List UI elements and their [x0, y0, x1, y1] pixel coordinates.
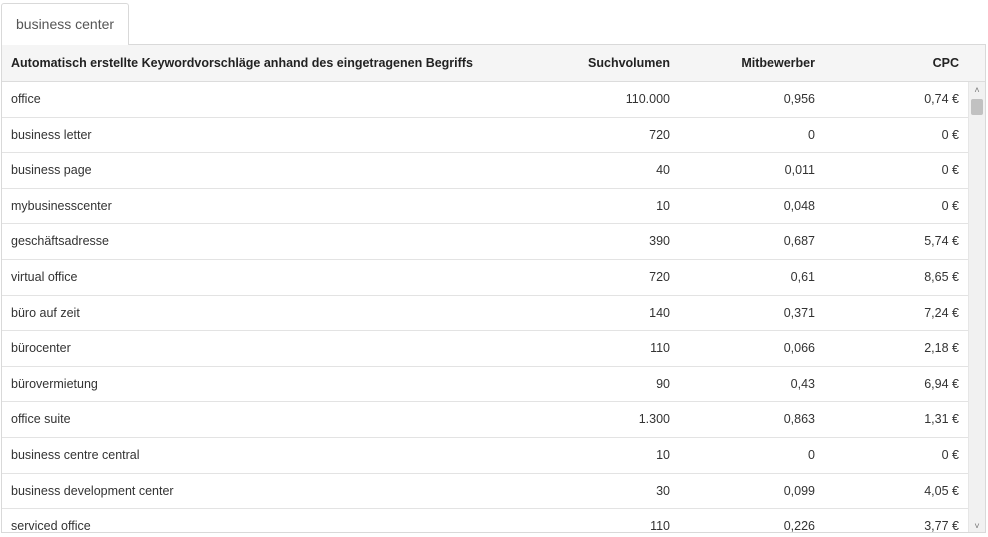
scroll-down-icon[interactable]: ˅: [969, 518, 985, 532]
cell-competitors: 0,956: [783, 92, 815, 106]
table-row[interactable]: bürovermietung 90 0,43 6,94 €: [2, 367, 968, 403]
cell-cpc: 5,74 €: [924, 234, 959, 249]
cell-volume: 110.000: [625, 92, 670, 106]
cell-keyword: geschäftsadresse: [11, 234, 109, 249]
table-row[interactable]: business development center 30 0,099 4,05 €: [2, 474, 968, 510]
cell-volume: 390: [649, 234, 670, 249]
cell-competitors: 0,687: [783, 234, 815, 249]
scroll-thumb[interactable]: [971, 99, 983, 115]
cell-keyword: virtual office: [11, 269, 78, 284]
cell-cpc: 0 €: [941, 447, 959, 462]
header-competitors[interactable]: Mitbewerber: [672, 45, 815, 81]
cell-competitors: 0,048: [783, 198, 815, 213]
keyword-table-panel: Automatisch erstellte Keywordvorschläge …: [1, 44, 986, 533]
table-row[interactable]: business letter 720 0 0 €: [2, 118, 968, 154]
cell-keyword: business development center: [11, 483, 174, 498]
cell-keyword: business letter: [11, 127, 92, 142]
cell-volume: 10: [656, 198, 670, 213]
cell-cpc: 8,65 €: [924, 269, 959, 284]
cell-volume: 110: [650, 519, 670, 533]
table-row[interactable]: büro auf zeit 140 0,371 7,24 €: [2, 296, 968, 332]
header-cpc[interactable]: CPC: [817, 45, 959, 81]
cell-cpc: 4,05 €: [924, 483, 959, 498]
cell-volume: 1.300: [638, 412, 670, 427]
table-row[interactable]: bürocenter 110 0,066 2,18 €: [2, 331, 968, 367]
header-keyword[interactable]: Automatisch erstellte Keywordvorschläge …: [11, 45, 531, 81]
cell-cpc: 0 €: [941, 163, 959, 178]
cell-keyword: serviced office: [11, 519, 91, 533]
cell-cpc: 0,74 €: [924, 92, 959, 106]
cell-cpc: 2,18 €: [924, 341, 959, 356]
table-row[interactable]: serviced office 110 0,226 3,77 €: [2, 509, 968, 533]
table-row[interactable]: business centre central 10 0 0 €: [2, 438, 968, 474]
cell-cpc: 6,94 €: [924, 376, 959, 391]
cell-competitors: 0,226: [783, 519, 815, 533]
cell-cpc: 1,31 €: [924, 412, 959, 427]
table-row[interactable]: mybusinesscenter 10 0,048 0 €: [2, 189, 968, 225]
table-row[interactable]: virtual office 720 0,61 8,65 €: [2, 260, 968, 296]
table-row[interactable]: geschäftsadresse 390 0,687 5,74 €: [2, 224, 968, 260]
table-body: office 110.000 0,956 0,74 € business letter 7…: [2, 82, 968, 533]
tab-business-center[interactable]: business center: [1, 3, 129, 45]
cell-competitors: 0,43: [790, 376, 815, 391]
cell-competitors: 0,371: [783, 305, 815, 320]
cell-volume: 140: [649, 305, 670, 320]
scroll-up-icon[interactable]: ˄: [969, 82, 985, 98]
cell-volume: 10: [656, 447, 670, 462]
cell-volume: 720: [649, 127, 670, 142]
cell-keyword: business page: [11, 163, 92, 178]
cell-cpc: 7,24 €: [924, 305, 959, 320]
cell-volume: 90: [656, 376, 670, 391]
table-scrollbar[interactable]: ˄ ˅: [968, 82, 985, 532]
cell-keyword: bürovermietung: [11, 376, 98, 391]
cell-keyword: büro auf zeit: [11, 305, 80, 320]
cell-competitors: 0,61: [790, 269, 815, 284]
table-row[interactable]: office suite 1.300 0,863 1,31 €: [2, 402, 968, 438]
cell-keyword: office suite: [11, 412, 71, 427]
cell-cpc: 0 €: [941, 198, 959, 213]
table-row[interactable]: business page 40 0,011 0 €: [2, 153, 968, 189]
cell-cpc: 0 €: [941, 127, 959, 142]
cell-competitors: 0,099: [783, 483, 815, 498]
cell-keyword: mybusinesscenter: [11, 198, 112, 213]
tab-label: business center: [16, 16, 115, 32]
cell-keyword: bürocenter: [11, 341, 71, 356]
header-volume[interactable]: Suchvolumen: [532, 45, 670, 81]
cell-keyword: business centre central: [11, 447, 140, 462]
cell-competitors: 0: [808, 447, 815, 462]
cell-volume: 110: [650, 341, 670, 356]
cell-volume: 40: [656, 163, 670, 178]
cell-volume: 720: [649, 269, 670, 284]
cell-competitors: 0,011: [784, 163, 815, 178]
table-header: Automatisch erstellte Keywordvorschläge …: [2, 45, 985, 82]
cell-competitors: 0,863: [783, 412, 815, 427]
cell-competitors: 0: [808, 127, 815, 142]
cell-competitors: 0,066: [783, 341, 815, 356]
table-row[interactable]: office 110.000 0,956 0,74 €: [2, 82, 968, 118]
cell-cpc: 3,77 €: [924, 519, 959, 533]
cell-volume: 30: [656, 483, 670, 498]
cell-keyword: office: [11, 92, 41, 106]
